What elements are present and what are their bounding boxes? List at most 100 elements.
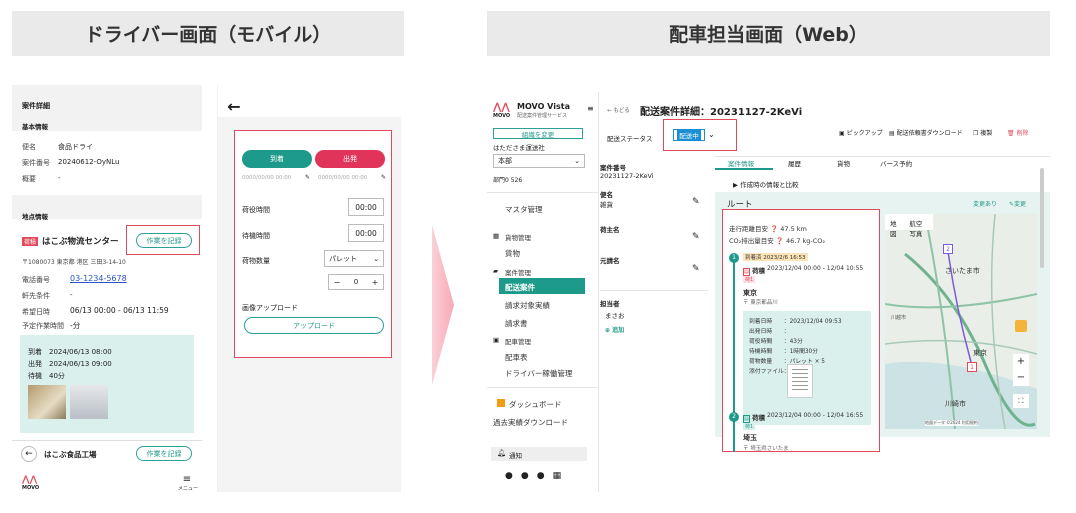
fullscreen-icon[interactable]: ⛶ — [1013, 394, 1029, 408]
next-record-work-button[interactable]: 作業を記録 — [136, 446, 192, 461]
compare-toggle[interactable]: ▶ 作成時の情報と比較 — [733, 179, 799, 189]
nav-cargo[interactable]: 貨物 — [487, 248, 601, 259]
phone-link[interactable]: 03-1234-5678 — [70, 274, 127, 283]
map-attribution: 地図データ ©2024 利用規約 — [925, 420, 978, 426]
planned-label: 予定作業時間 — [22, 322, 64, 330]
nav-invoice[interactable]: 請求書 — [487, 318, 601, 329]
add-person-button[interactable]: ⊕ 追加 — [605, 325, 624, 334]
nav-delivery-case[interactable]: 配送案件 — [487, 282, 601, 293]
map-tab-map[interactable]: 地図 — [885, 214, 904, 238]
transition-arrow-icon — [432, 225, 454, 385]
map-tab-satellite[interactable]: 航空写真 — [904, 214, 933, 238]
mobile-case-detail: 案件詳細 基本情報 便名 食品ドライ 案件番号 20240612-OyNLu 概… — [12, 85, 202, 492]
zoom-out-icon[interactable]: − — [1013, 370, 1029, 386]
user-icon[interactable]: ● — [537, 471, 553, 481]
nav-driver-operation[interactable]: ドライバー稼働管理 — [487, 368, 601, 379]
stop-2-address: 〒 埼玉県さいたま — [743, 446, 789, 452]
status-select[interactable]: 配送中 — [673, 129, 705, 141]
co2-estimate: CO₂排出量目安 ❓ 46.7 kg-CO₂ — [729, 237, 826, 245]
edit-route-button[interactable]: ✎変更 — [1009, 199, 1026, 208]
change-org-button[interactable]: 組織を変更 — [493, 128, 583, 139]
nav-cargo-management[interactable]: 貨物管理 — [487, 232, 601, 242]
map-label-kawagoe: 川越市 — [891, 315, 907, 321]
department-select[interactable]: 本部 ⌄ — [493, 154, 585, 168]
tab-history[interactable]: 履歴 — [788, 158, 801, 168]
depart-time-input[interactable]: 0000/00/00 00:00 — [318, 175, 367, 181]
nav-past-results-download[interactable]: 過去実績ダウンロード — [487, 417, 589, 428]
info-icon[interactable]: ● — [505, 471, 521, 481]
edit-label: 変更 — [1014, 201, 1027, 208]
stop-1-tag: 荷1 — [743, 276, 756, 283]
stop-2-type: ▤ 荷積 — [743, 412, 765, 423]
record-work-button[interactable]: 作業を記録 — [136, 233, 192, 248]
delete-action[interactable]: 🗑︎ 削除 — [1007, 128, 1029, 137]
stop-2-marker: 2 — [729, 412, 739, 422]
street-view-icon[interactable] — [1015, 320, 1027, 332]
loading-time-input[interactable]: 00:00 — [348, 198, 384, 216]
upload-button[interactable]: アップロード — [244, 317, 384, 334]
desired-value: 06/13 00:00 - 06/13 11:59 — [70, 306, 169, 315]
tab-case-info[interactable]: 案件情報 — [728, 158, 754, 168]
map-marker-2[interactable]: 2 — [943, 244, 953, 254]
tab-berth[interactable]: バース予約 — [880, 158, 912, 168]
collapse-menu-icon[interactable]: ≡ — [587, 104, 594, 113]
arrow-left-icon[interactable]: ← — [21, 446, 37, 462]
page-title: 案件詳細 — [22, 102, 50, 110]
person-label: 担当者 — [600, 300, 620, 308]
stop-1-type-icon: ▤ — [743, 268, 750, 276]
nav-dashboard[interactable]: ダッシュボード — [491, 399, 605, 410]
nav-master-management[interactable]: マスタ管理 — [487, 204, 601, 215]
stop-2-time: 2023/12/04 00:00 - 12/04 16:55 — [767, 412, 864, 419]
flight-value: 雑貨 — [600, 201, 613, 209]
stop-2-type-icon: ▤ — [743, 415, 750, 423]
pencil-icon[interactable]: ✎ — [305, 174, 310, 181]
map-marker-1[interactable]: 1 — [967, 362, 977, 372]
plus-icon[interactable]: + — [367, 278, 383, 287]
scrollbar[interactable] — [1040, 168, 1044, 268]
page-title: 配送案件詳細：20231127-2KeVi — [640, 107, 803, 118]
pickup-label: ピックアップ — [846, 130, 883, 137]
depart-button[interactable]: 出発 — [315, 150, 385, 168]
flight-label: 便名 — [22, 143, 36, 151]
nav-case-management[interactable]: 案件管理 — [487, 267, 601, 277]
next-location-company: はこぶ食品工場 — [44, 450, 97, 459]
waiting-time-input[interactable]: 00:00 — [348, 224, 384, 242]
minus-icon[interactable]: − — [329, 278, 345, 287]
attachment-thumbnail[interactable] — [787, 364, 813, 398]
back-arrow-icon[interactable]: ← — [226, 97, 242, 116]
apps-icon[interactable]: ▦ — [553, 471, 570, 481]
nav-billing-results[interactable]: 請求対象実績 — [487, 300, 601, 311]
nav-dispatch-table[interactable]: 配車表 — [487, 352, 601, 363]
zoom-in-icon[interactable]: + — [1013, 354, 1029, 370]
eave-label: 軒先条件 — [22, 292, 50, 300]
pickup-action[interactable]: ▣ ピックアップ — [839, 128, 883, 137]
nav-dispatch-management[interactable]: 配車管理 — [487, 336, 601, 346]
chevron-down-icon[interactable]: ⌄ — [708, 130, 715, 139]
quantity-stepper[interactable]: − 0 + — [328, 274, 384, 290]
notify-label[interactable]: 通知 — [509, 450, 522, 460]
photo-thumbnail-1[interactable] — [28, 385, 66, 419]
route-map[interactable]: 地図 航空写真 さいたま市 東京 川越市 川崎市 2 1 + − ⛶ 地図データ … — [885, 214, 1037, 429]
download-action[interactable]: ▤ 配送依頼書ダウンロード — [889, 128, 963, 137]
help-icon[interactable]: ● — [521, 471, 537, 481]
tab-cargo[interactable]: 貨物 — [837, 158, 850, 168]
pencil-icon-2[interactable]: ✎ — [381, 174, 386, 181]
case-number-label: 案件番号 — [22, 159, 50, 167]
photo-thumbnail-2[interactable] — [70, 385, 108, 419]
bell-icon[interactable]: 🔔︎ — [497, 449, 506, 457]
section-basic-info: 基本情報 — [22, 123, 48, 131]
back-link[interactable]: ← もどる — [607, 106, 630, 114]
arrive-time-input[interactable]: 0000/00/00 00:00 — [242, 175, 291, 181]
pencil-icon[interactable]: ✎ — [692, 197, 700, 207]
menu-icon[interactable]: ≡ — [180, 474, 194, 485]
pencil-icon[interactable]: ✎ — [692, 232, 700, 242]
image-upload-label: 画像アップロード — [242, 304, 298, 312]
arrive-button[interactable]: 到着 — [242, 150, 312, 168]
loading-badge: 荷積 — [22, 237, 39, 246]
changed-label: 変更あり — [973, 201, 998, 208]
quantity-unit-select[interactable]: パレット ⌄ — [324, 250, 384, 267]
pencil-icon[interactable]: ✎ — [692, 264, 700, 274]
copy-action[interactable]: ❐ 複製 — [973, 128, 992, 137]
stop-1-departure: 出発日時 ： — [749, 329, 790, 335]
download-label: 配送依頼書ダウンロード — [896, 130, 963, 137]
